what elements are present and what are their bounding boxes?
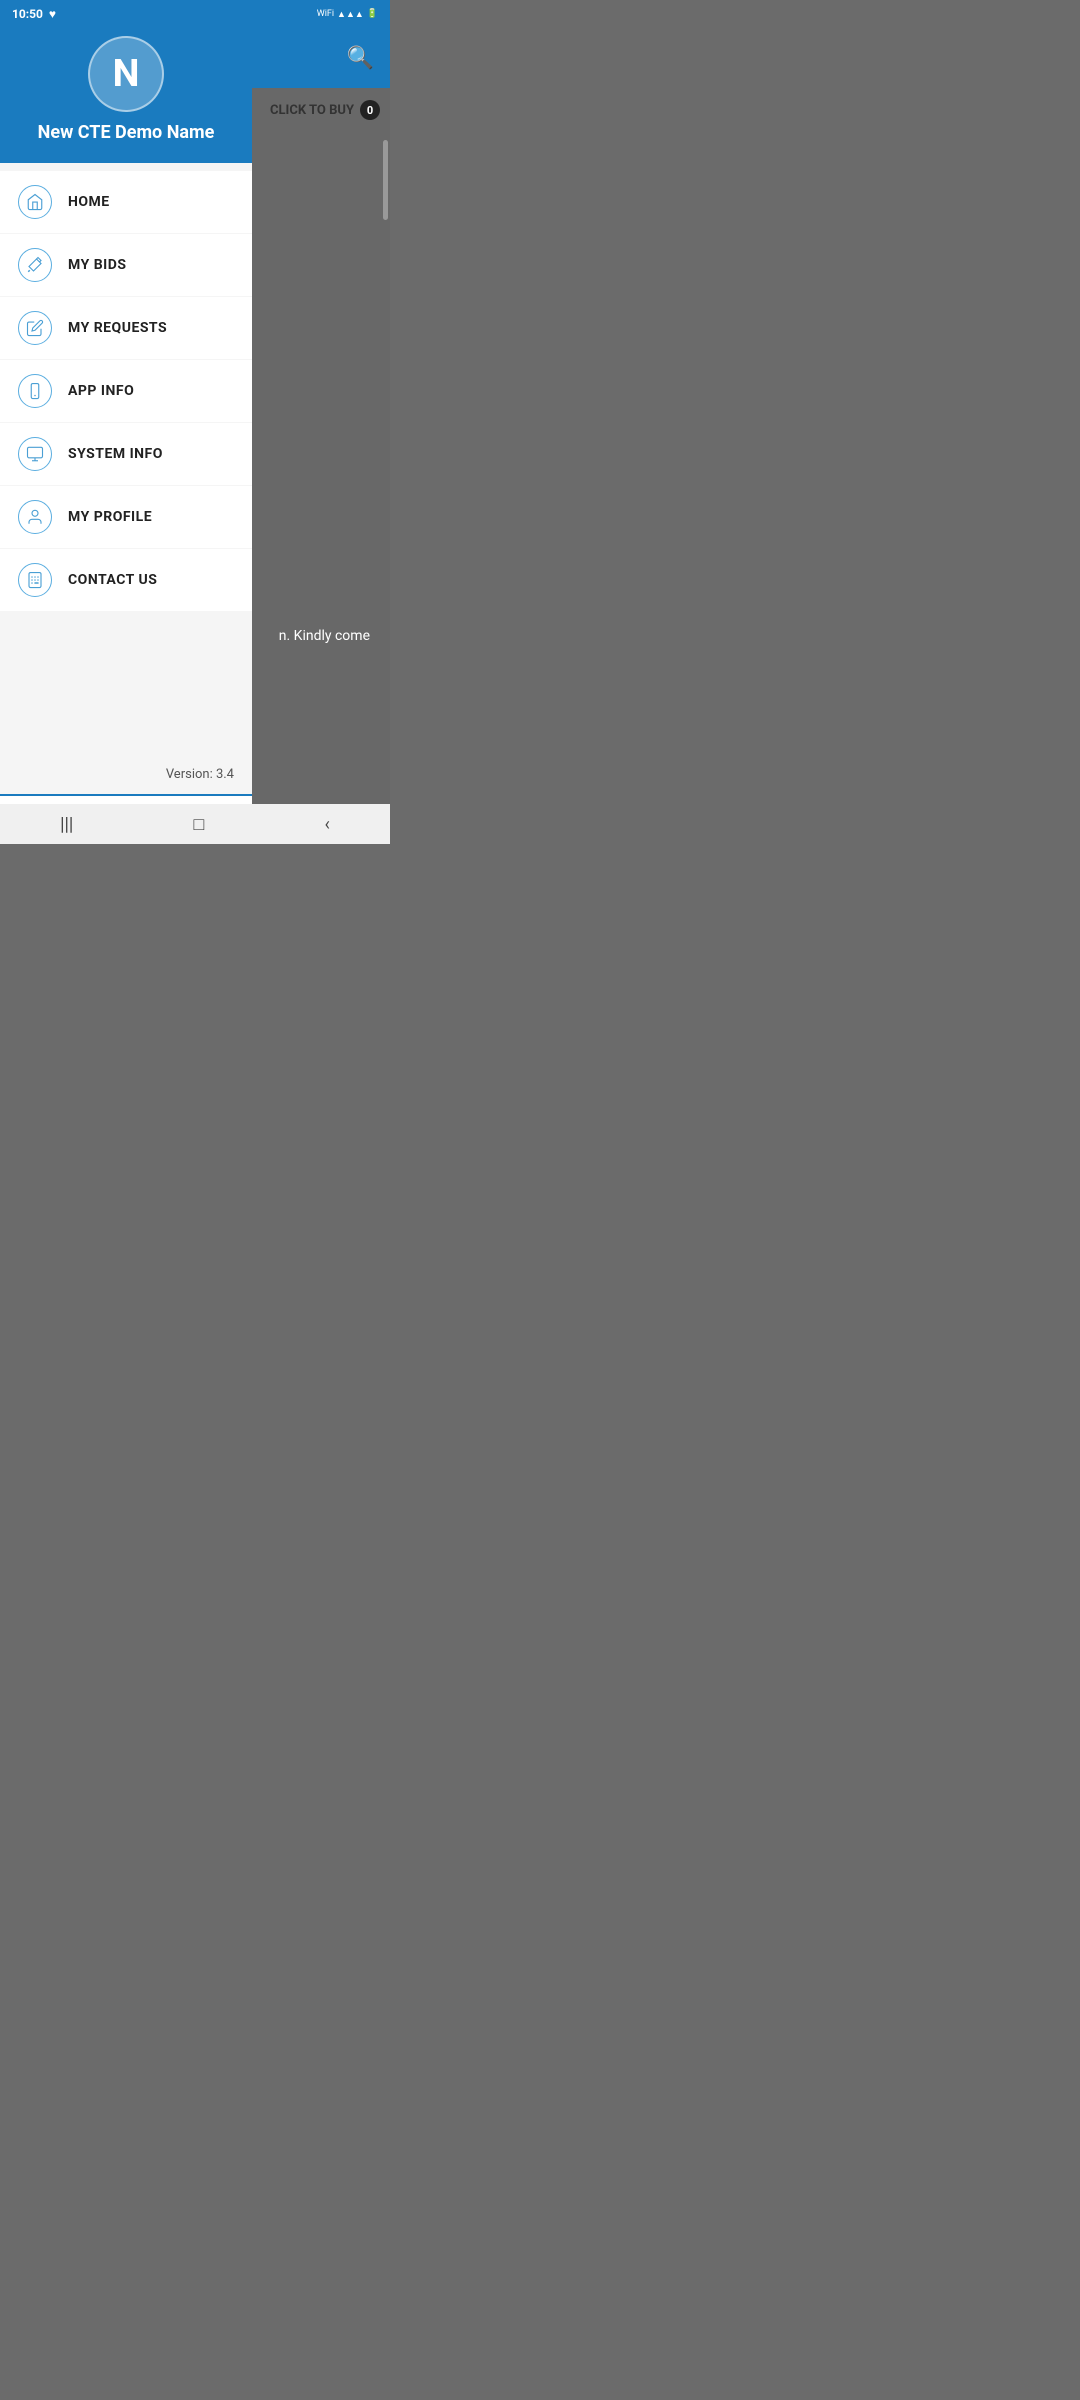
requests-icon-circle [18,311,52,345]
status-bar-right: WiFi ▲▲▲ 🔋 [317,9,378,20]
sidebar-item-my-profile[interactable]: MY PROFILE [0,486,252,548]
sidebar-item-home-label: HOME [68,194,110,210]
home-icon [26,193,44,211]
version-label: Version: 3.4 [166,767,234,782]
sidebar-item-app-info[interactable]: APP INFO [0,360,252,422]
user-icon [26,508,44,526]
sidebar-item-home[interactable]: HOME [0,171,252,233]
sidebar-item-contact-us[interactable]: CONTACT US [0,549,252,611]
background-text: n. Kindly come [279,628,370,644]
gavel-icon [26,256,44,274]
status-bar: 10:50 ♥ WiFi ▲▲▲ 🔋 [0,0,390,28]
nav-back-button[interactable]: ‹ [304,808,349,841]
monitor-icon [26,445,44,463]
heart-icon: ♥ [49,7,56,21]
mobile-icon [26,382,44,400]
cart-badge: 0 [360,100,380,120]
sidebar-item-my-bids-label: MY BIDS [68,257,126,273]
sidebar-item-my-bids[interactable]: MY BIDS [0,234,252,296]
time-display: 10:50 [12,7,43,21]
nav-menu-button[interactable]: ||| [40,808,93,841]
profile-icon-circle [18,500,52,534]
system-info-icon-circle [18,437,52,471]
sidebar-item-app-info-label: APP INFO [68,383,134,399]
click-to-buy-label: CLICK TO BUY [270,103,354,118]
contact-icon-circle [18,563,52,597]
bids-icon-circle [18,248,52,282]
navigation-drawer: N New CTE Demo Name HOME MY [0,0,252,844]
home-icon-circle [18,185,52,219]
bottom-nav-bar: ||| □ ‹ [0,804,390,844]
battery-icon: 🔋 [367,9,378,19]
drawer-nav: HOME MY BIDS MY REQUESTS [0,163,252,755]
sidebar-item-my-requests-label: MY REQUESTS [68,320,167,336]
sidebar-item-system-info[interactable]: SYSTEM INFO [0,423,252,485]
search-icon[interactable]: 🔍 [347,46,374,71]
wifi-icon: WiFi [317,9,334,19]
avatar: N [88,36,164,112]
sidebar-item-my-requests[interactable]: MY REQUESTS [0,297,252,359]
nav-home-button[interactable]: □ [173,808,224,841]
status-bar-left: 10:50 ♥ [12,7,56,21]
edit-icon [26,319,44,337]
sidebar-item-system-info-label: SYSTEM INFO [68,446,163,462]
scrollbar[interactable] [383,140,388,220]
sidebar-item-my-profile-label: MY PROFILE [68,509,152,525]
sidebar-item-contact-us-label: CONTACT US [68,572,157,588]
username-label: New CTE Demo Name [38,122,215,143]
click-to-buy-button[interactable]: CLICK TO BUY 0 [270,100,380,120]
signal-icons: ▲▲▲ [337,9,364,20]
app-info-icon-circle [18,374,52,408]
phone-grid-icon [26,571,44,589]
version-row: Version: 3.4 [0,755,252,794]
